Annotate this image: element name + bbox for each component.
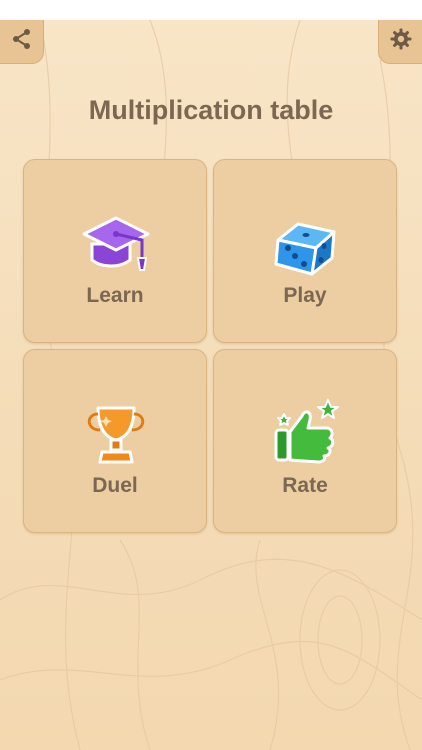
- learn-button[interactable]: Learn: [23, 159, 207, 343]
- thumbs-up-icon: [266, 394, 346, 474]
- share-icon: [11, 28, 33, 55]
- dice-icon: [266, 204, 346, 284]
- trophy-icon: [76, 394, 156, 474]
- settings-button[interactable]: [378, 20, 422, 64]
- play-button[interactable]: Play: [213, 159, 397, 343]
- duel-label: Duel: [92, 474, 138, 497]
- learn-label: Learn: [86, 284, 144, 307]
- rate-label: Rate: [282, 474, 328, 497]
- rate-button[interactable]: Rate: [213, 349, 397, 533]
- duel-button[interactable]: Duel: [23, 349, 207, 533]
- gear-icon: [389, 27, 413, 56]
- play-label: Play: [283, 284, 327, 307]
- page-title: Multiplication table: [88, 95, 334, 125]
- graduation-cap-icon: [76, 204, 156, 284]
- share-button[interactable]: [0, 20, 44, 64]
- status-bar: [0, 0, 422, 20]
